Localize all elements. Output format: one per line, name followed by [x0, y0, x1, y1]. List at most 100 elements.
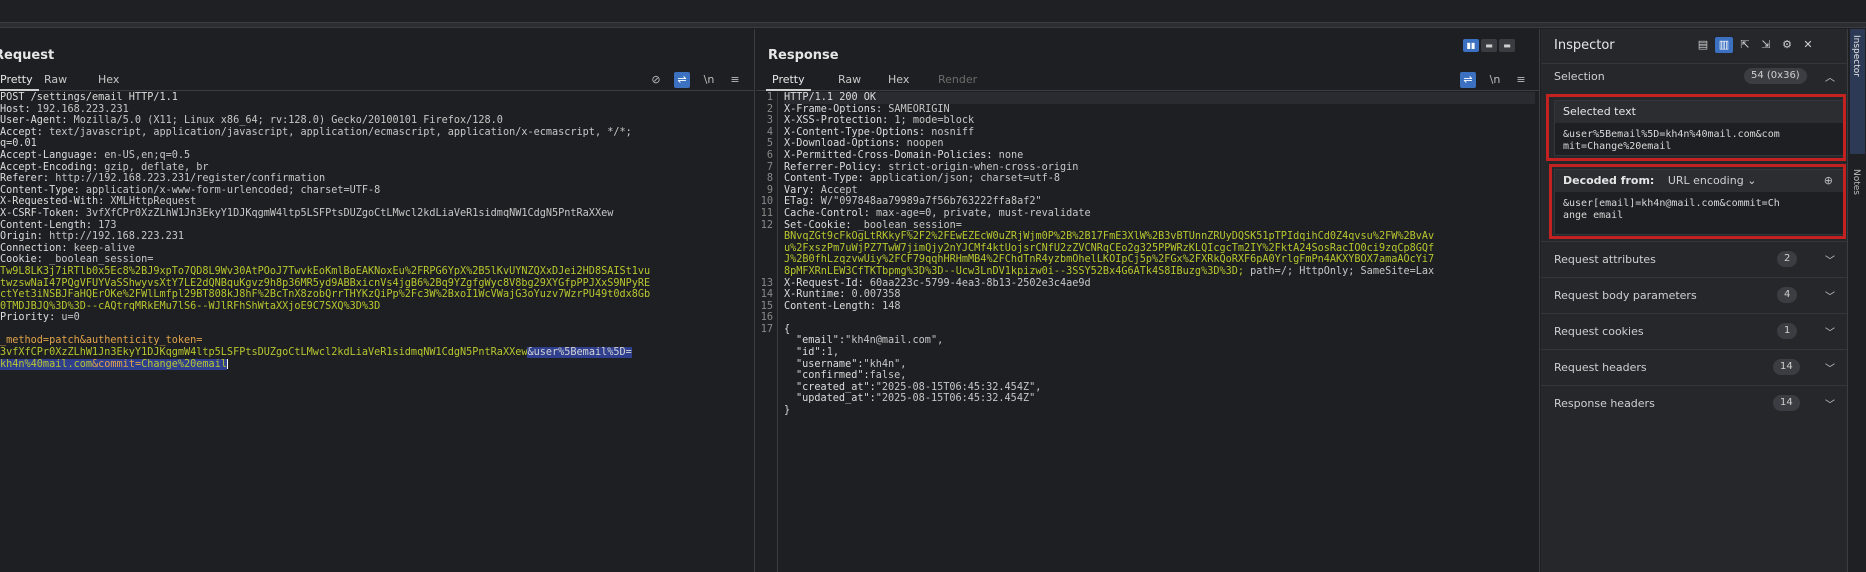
line-number: 14: [760, 289, 773, 301]
inspector-section[interactable]: Request body parameters 4 ﹀: [1541, 277, 1847, 313]
section-count-badge: 1: [1777, 323, 1798, 339]
line-number-gutter: 1 2 3 4 5 6 7 8 9 10 11 12 13 14 15 16 17: [756, 92, 778, 572]
inspector-section[interactable]: Response headers 14 ﹀: [1541, 385, 1847, 421]
json-value: false,: [869, 370, 907, 382]
json-key: "id": [796, 347, 821, 359]
close-icon[interactable]: ✕: [1799, 37, 1817, 53]
header-value: noopen: [900, 138, 944, 150]
settings-gear-icon[interactable]: ⚙: [1778, 37, 1796, 53]
editor-menu-icon[interactable]: ≡: [727, 72, 743, 88]
line-number: [756, 451, 777, 463]
header-value: keep-alive: [67, 242, 135, 254]
word-wrap-icon[interactable]: ⇌: [1460, 72, 1476, 88]
header-value: strict-origin-when-cross-origin: [882, 161, 1079, 173]
section-count-badge: 14: [1773, 395, 1800, 411]
side-tab-inspector-label[interactable]: Inspector: [1851, 35, 1861, 77]
line-number: [756, 475, 777, 487]
header-value: http://192.168.223.231/register/confirma…: [49, 173, 326, 185]
tab-hex[interactable]: Hex: [882, 71, 915, 91]
header-value: SAMEORIGIN: [882, 103, 950, 115]
header-line: Vary: Accept: [784, 185, 1535, 197]
body-value: 3vfXfCPr0XzZLhW1Jn3EkyY1DJKqgmW4ltp5LSFP…: [0, 347, 528, 359]
line-number: [756, 393, 777, 405]
section-label: Response headers: [1554, 397, 1655, 410]
line-number: 7: [766, 161, 773, 173]
word-wrap-icon[interactable]: ⇌: [674, 72, 690, 88]
side-tab-notes-label[interactable]: Notes: [1851, 169, 1861, 195]
top-bar-divider: [0, 23, 1866, 28]
tab-raw[interactable]: Raw: [832, 71, 867, 91]
chevron-down-icon[interactable]: ﹀: [1825, 324, 1835, 339]
header-name: Content-Length:: [0, 219, 93, 231]
tab-render[interactable]: Render: [932, 71, 983, 91]
layout-tabs-icon[interactable]: ▬: [1499, 39, 1515, 52]
header-name: Connection:: [0, 242, 68, 254]
header-value: en-US,en;q=0.5: [98, 149, 191, 161]
editor-menu-icon[interactable]: ≡: [1513, 72, 1529, 88]
header-line: Accept: text/javascript, application/jav…: [0, 127, 754, 139]
header-name: Content-Length:: [784, 300, 877, 312]
chevron-down-icon[interactable]: ﹀: [1825, 288, 1835, 303]
selection-section[interactable]: Selection 54 (0x36) ︿: [1541, 63, 1847, 87]
line-number: [756, 359, 777, 371]
hide-nonprintable-icon[interactable]: ⊘: [648, 72, 664, 88]
cookie-line: twzswNaI47PQgVFUYVaSShwyvsXtY7LE2dQNBquK…: [0, 278, 754, 290]
text-cursor: [226, 358, 228, 369]
collapse-all-icon[interactable]: ⇲: [1757, 37, 1775, 53]
header-value: gzip, deflate, br: [98, 161, 209, 173]
header-name: Accept:: [0, 126, 43, 138]
layout-list-icon[interactable]: ▤: [1694, 37, 1712, 53]
line-number: [756, 370, 777, 382]
json-line: "username":"kh4n",: [784, 359, 1535, 371]
tab-raw[interactable]: Raw: [38, 71, 73, 91]
inspector-section[interactable]: Request cookies 1 ﹀: [1541, 313, 1847, 349]
cookie-line: Tw9L8LK3j7iRTlb0x5Ec8%2BJ9xpTo7QD8L9Wv30…: [0, 266, 754, 278]
line-number: [756, 440, 777, 452]
line-number: [756, 509, 777, 521]
tab-hex[interactable]: Hex: [92, 71, 125, 91]
selected-text: &commit=: [92, 358, 142, 370]
line-number: [756, 533, 777, 545]
top-bar: [0, 0, 1866, 23]
layout-split-icon[interactable]: ▥: [1715, 37, 1733, 53]
header-name: Accept-Encoding:: [0, 161, 99, 173]
cookie-value: 8pMFXRnLEW3CfTKTbpmg%3D%3D--Ucw3LnDV1kpi…: [784, 265, 1245, 277]
layout-side-by-side-icon[interactable]: ▮▮: [1463, 39, 1479, 52]
line-number: 6: [766, 149, 773, 161]
cookie-line: ctYet3iNSBJFaHQErOKe%2FWlLmfpl29BT808kJ8…: [0, 289, 754, 301]
newline-toggle-icon[interactable]: \n: [701, 72, 717, 88]
header-name: Cache-Control:: [784, 207, 870, 219]
line-number: 4: [766, 126, 773, 138]
cookie-line: 0TMDJBJQ%3D%3D--cAQtrqMRkEMu7lS6--WJlRFh…: [0, 301, 754, 313]
chevron-up-icon[interactable]: ︿: [1825, 69, 1835, 84]
header-name: X-Content-Type-Options:: [784, 126, 926, 138]
expand-all-icon[interactable]: ⇱: [1736, 37, 1754, 53]
request-editor[interactable]: POST /settings/email HTTP/1.1 Host: 192.1…: [0, 92, 754, 572]
header-name: Cookie:: [0, 254, 43, 266]
layout-top-bottom-icon[interactable]: ▬: [1481, 39, 1497, 52]
line-number: [756, 243, 777, 255]
section-count-badge: 4: [1777, 287, 1798, 303]
chevron-down-icon[interactable]: ﹀: [1825, 360, 1835, 375]
chevron-down-icon[interactable]: ﹀: [1825, 252, 1835, 267]
json-line: "updated_at":"2025-08-15T06:45:32.454Z": [784, 393, 1535, 405]
header-name: Accept-Language:: [0, 149, 99, 161]
header-line: Accept-Encoding: gzip, deflate, br: [0, 162, 754, 174]
newline-toggle-icon[interactable]: \n: [1487, 72, 1503, 88]
header-value: 173: [92, 219, 117, 231]
inspector-section[interactable]: Request attributes 2 ﹀: [1541, 241, 1847, 277]
tab-pretty[interactable]: Pretty: [766, 71, 811, 91]
response-editor[interactable]: 1 2 3 4 5 6 7 8 9 10 11 12 13 14 15 16 17 HTTP/1.1 200 O…: [756, 92, 1539, 572]
header-line: X-XSS-Protection: 1; mode=block: [784, 115, 1535, 127]
response-tabs: Pretty Raw Hex Render: [756, 71, 1539, 91]
chevron-down-icon[interactable]: ﹀: [1825, 396, 1835, 411]
tab-pretty[interactable]: Pretty: [0, 71, 39, 91]
json-key: "email": [796, 335, 839, 347]
header-name: POST /settings/email HTTP/1.1: [0, 92, 178, 103]
cookie-line: BNvqZGt9cFkOgLtRKkyF%2F2%2FEwEZEcW0uZRjW…: [784, 231, 1535, 243]
line-number: 8: [766, 173, 773, 185]
inspector-section[interactable]: Request headers 14 ﹀: [1541, 349, 1847, 385]
header-name: Vary:: [784, 184, 815, 196]
header-line: Content-Type: application/x-www-form-url…: [0, 185, 754, 197]
header-line: Content-Type: application/json; charset=…: [784, 173, 1535, 185]
